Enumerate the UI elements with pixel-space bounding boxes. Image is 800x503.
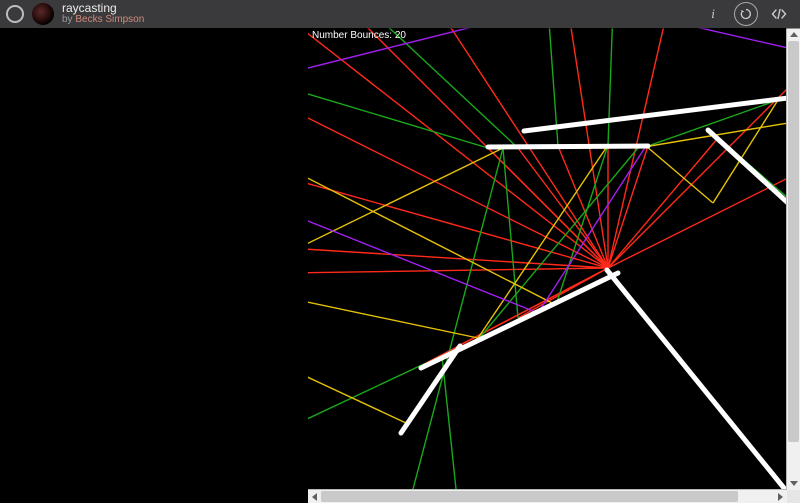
ray-line (442, 356, 458, 490)
ray-line (308, 88, 488, 148)
byline: by Becks Simpson (62, 15, 144, 26)
scroll-right-button[interactable] (774, 490, 787, 503)
ray-line (608, 138, 718, 268)
code-icon (771, 8, 787, 20)
scroll-up-button[interactable] (787, 28, 800, 41)
wall-line (524, 98, 787, 131)
wall-line (607, 270, 787, 490)
hscroll-track[interactable] (321, 490, 774, 503)
horizontal-scrollbar[interactable] (308, 489, 787, 503)
author-link[interactable]: Becks Simpson (75, 14, 144, 25)
restart-icon (740, 8, 752, 20)
wall-line (401, 346, 460, 433)
vscroll-thumb[interactable] (788, 41, 799, 442)
ray-line (608, 28, 613, 145)
hscroll-thumb[interactable] (321, 491, 738, 502)
by-label: by (62, 14, 75, 25)
ray-line (308, 248, 608, 268)
ray-line (646, 146, 713, 203)
author-avatar[interactable] (32, 3, 54, 25)
ray-line (503, 148, 518, 318)
canvas-area[interactable]: Number Bounces: 20 (308, 28, 787, 490)
vscroll-track[interactable] (787, 41, 800, 477)
bounces-overlay: Number Bounces: 20 (312, 30, 406, 41)
info-button[interactable]: i (702, 3, 724, 25)
ray-line (608, 178, 787, 268)
top-bar: raycasting by Becks Simpson i (0, 0, 800, 28)
vertical-scrollbar[interactable] (786, 28, 800, 490)
bounces-label: Number Bounces: (312, 30, 395, 41)
bounces-value: 20 (395, 30, 406, 41)
ray-line (308, 268, 608, 273)
ray-line (308, 298, 478, 338)
site-logo-icon[interactable] (6, 5, 24, 23)
wall-line (421, 273, 618, 368)
raycast-svg (308, 28, 787, 490)
code-button[interactable] (768, 3, 790, 25)
scroll-down-button[interactable] (787, 477, 800, 490)
scroll-corner (787, 490, 800, 503)
title-block: raycasting by Becks Simpson (62, 2, 144, 25)
ray-line (608, 146, 648, 268)
wall-line (488, 146, 648, 147)
scroll-left-button[interactable] (308, 490, 321, 503)
ray-line (426, 268, 608, 363)
ray-line (488, 148, 608, 268)
ray-line (613, 28, 787, 48)
ray-line (308, 213, 538, 313)
ray-line (368, 28, 518, 148)
ray-line (408, 148, 503, 490)
ray-line (308, 108, 608, 268)
stage-wrap: Number Bounces: 20 (0, 28, 800, 503)
restart-button[interactable] (734, 2, 758, 26)
